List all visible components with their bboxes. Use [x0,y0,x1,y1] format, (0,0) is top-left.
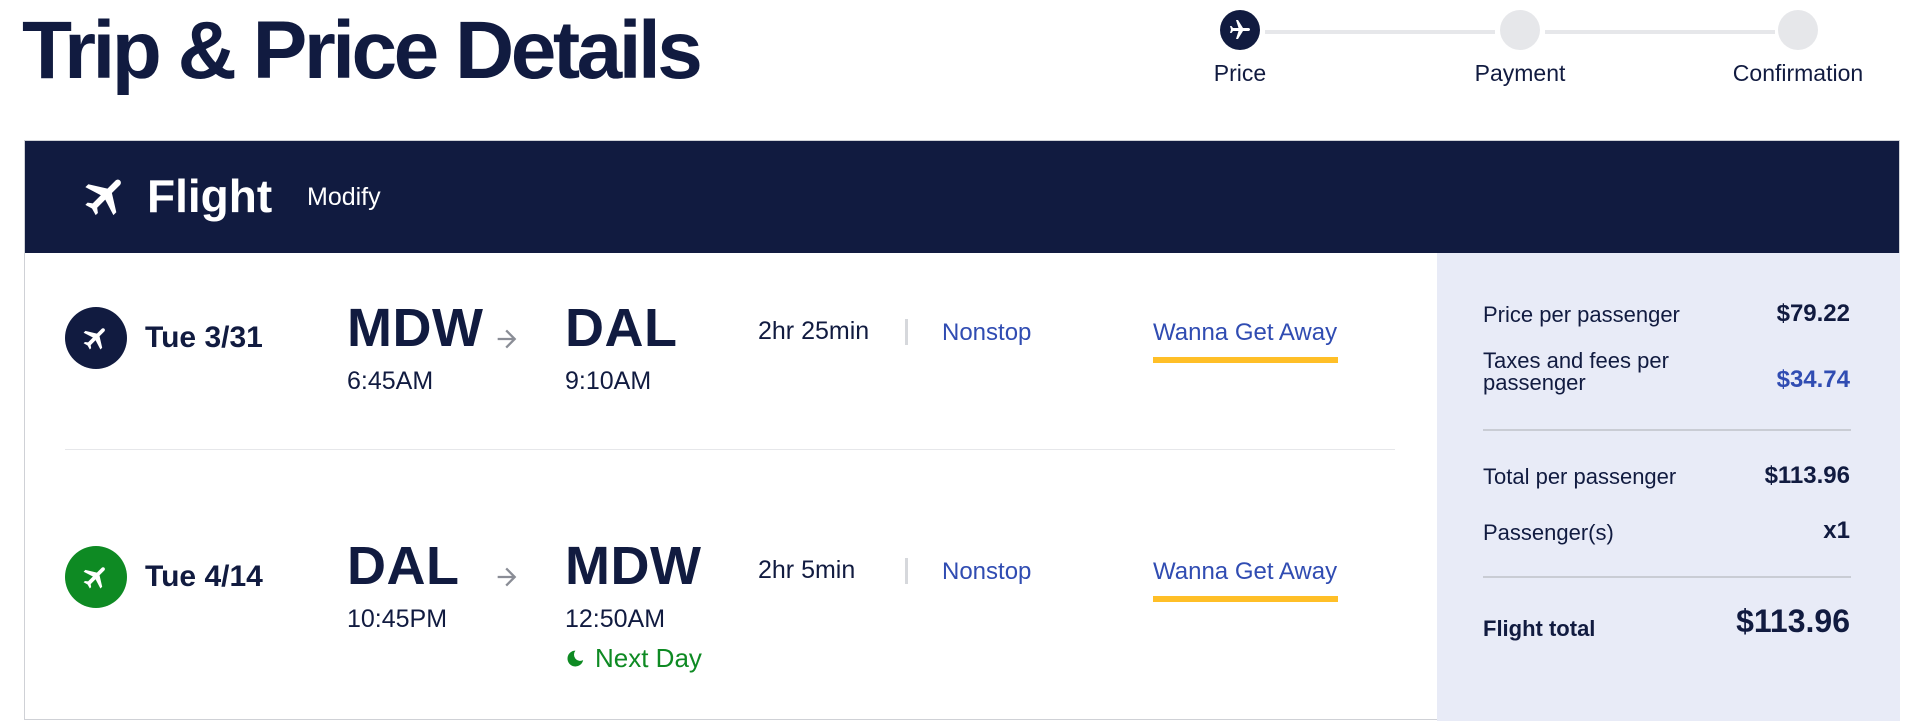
arrow-right-icon [497,567,517,587]
arrive-time: 12:50AM [565,605,666,633]
step-confirmation-dot [1778,10,1818,50]
step-price: Price [1160,10,1320,87]
divider [905,558,908,584]
divider [905,319,908,345]
flight-duration: 2hr 5min [758,556,856,584]
step-payment-dot [1500,10,1540,50]
flight-details-panel: Flight Modify Tue 3/31 MDW 6:45AM DAL 9:… [24,140,1900,721]
fare-class-link[interactable]: Wanna Get Away [1153,319,1337,347]
flight-total-value: $113.96 [1736,603,1850,639]
page-title: Trip & Price Details [22,5,703,96]
fare-underline [1153,596,1338,602]
progress-stepper: Price Payment Confirmation [1195,10,1895,90]
origin-airport: MDW [347,298,484,358]
passengers-label: Passenger(s) [1483,520,1614,545]
price-summary: Price per passenger $79.22 Taxes and fee… [1437,253,1900,721]
passengers-value: x1 [1823,517,1850,544]
arrow-right-icon [497,329,517,349]
flight-total-label: Flight total [1483,616,1596,641]
step-label: Payment [1474,60,1566,86]
depart-time: 10:45PM [347,605,448,633]
airplane-icon [83,328,105,350]
airplane-icon [83,567,105,589]
step-confirmation: Confirmation [1718,10,1878,87]
flight-panel-header: Flight Modify [25,141,1899,253]
price-per-passenger-value: $79.22 [1776,300,1850,327]
summary-divider [1483,429,1851,431]
flight-badge [65,307,127,369]
fare-underline [1153,357,1338,363]
flight-row-return: Tue 4/14 DAL 10:45PM MDW 12:50AM Next Da… [25,489,1435,719]
modify-link[interactable]: Modify [307,183,381,212]
arrive-time: 9:10AM [565,367,652,395]
moon-icon [567,650,584,666]
flight-date: Tue 4/14 [145,560,263,593]
step-price-dot [1220,10,1260,50]
taxes-label-line2: passenger [1483,370,1586,395]
destination-airport: MDW [565,536,702,596]
row-divider [65,449,1395,450]
airplane-icon [85,179,121,216]
stops-info: Nonstop [942,558,1032,585]
flight-badge [65,546,127,608]
flight-duration: 2hr 25min [758,317,870,345]
step-label: Confirmation [1732,60,1864,86]
summary-divider [1483,576,1851,578]
next-day-label: Next Day [595,643,702,673]
next-day-indicator: Next Day [565,643,702,674]
flight-date: Tue 3/31 [145,321,263,354]
fare-class-link[interactable]: Wanna Get Away [1153,558,1337,586]
destination-airport: DAL [565,298,678,358]
depart-time: 6:45AM [347,367,434,395]
price-per-passenger-label: Price per passenger [1483,302,1680,327]
step-label: Price [1213,60,1267,86]
stops-info: Nonstop [942,319,1032,346]
total-per-passenger-label: Total per passenger [1483,464,1677,489]
origin-airport: DAL [347,536,460,596]
total-per-passenger-value: $113.96 [1764,462,1850,489]
panel-title: Flight [147,170,273,222]
taxes-value: $34.74 [1776,366,1850,393]
airplane-icon [1230,20,1250,39]
step-payment: Payment [1440,10,1600,87]
